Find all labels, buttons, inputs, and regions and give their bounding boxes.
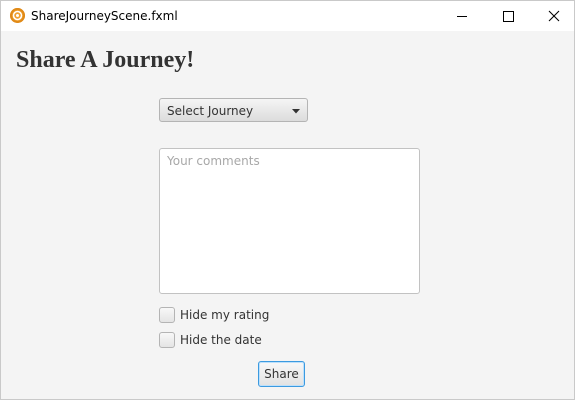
share-button[interactable]: Share [258, 361, 305, 387]
journey-select-value: Select Journey [167, 104, 254, 118]
chevron-down-icon [291, 108, 301, 114]
hide-date-checkbox[interactable] [159, 332, 175, 348]
app-window: ShareJourneyScene.fxml Share A Journey! … [0, 0, 575, 400]
hide-rating-label: Hide my rating [180, 308, 270, 322]
maximize-button[interactable] [485, 1, 531, 31]
app-icon [10, 8, 25, 23]
window-title: ShareJourneyScene.fxml [31, 9, 178, 23]
close-button[interactable] [531, 1, 575, 31]
title-bar[interactable]: ShareJourneyScene.fxml [1, 1, 574, 31]
main-content: Share A Journey! Select Journey Hide my … [1, 31, 574, 399]
hide-rating-checkbox[interactable] [159, 307, 175, 323]
comments-textarea[interactable] [159, 148, 420, 294]
journey-select[interactable]: Select Journey [159, 98, 308, 122]
hide-date-label: Hide the date [180, 333, 262, 347]
page-title: Share A Journey! [16, 47, 195, 73]
minimize-button[interactable] [439, 1, 485, 31]
